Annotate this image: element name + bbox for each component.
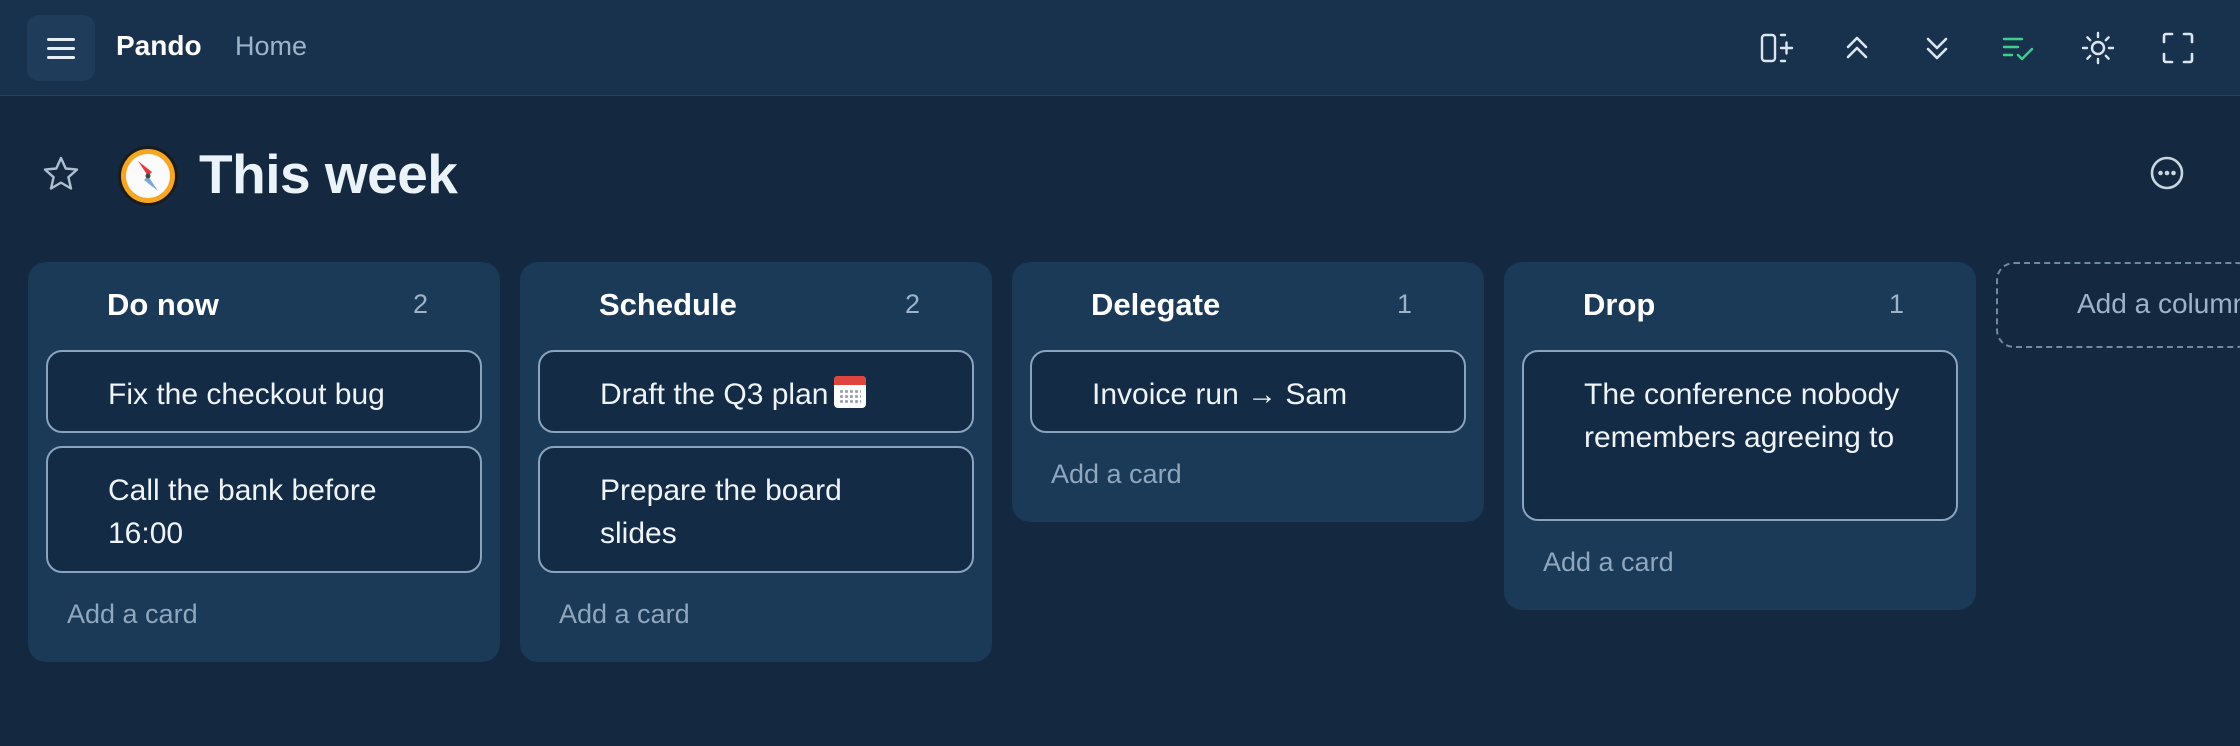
add-column-label: Add a column: [2077, 288, 2240, 319]
add-column-button[interactable]: Add a column: [1996, 262, 2240, 348]
card-text: Call the bank before 16:00: [108, 474, 377, 550]
card[interactable]: Prepare the board slides: [538, 446, 974, 573]
add-card-button[interactable]: Add a card: [67, 599, 198, 630]
column-title[interactable]: Delegate: [1091, 287, 1220, 323]
column-do-now: Do now 2 Fix the checkout bug Call the b…: [28, 262, 500, 662]
card[interactable]: Invoice run → Sam: [1030, 350, 1466, 433]
brightness-icon[interactable]: [2078, 28, 2118, 68]
menu-button[interactable]: [27, 15, 95, 81]
calendar-icon: [834, 376, 867, 408]
card-text: The conference nobody remembers agreeing…: [1584, 378, 1900, 454]
top-bar: Pando Home: [0, 0, 2240, 96]
expand-all-icon[interactable]: [1917, 28, 1957, 68]
page-title: This week: [199, 143, 458, 205]
hamburger-icon: [47, 35, 75, 62]
add-card-button[interactable]: Add a card: [1543, 547, 1674, 578]
add-card-button[interactable]: Add a card: [559, 599, 690, 630]
more-options-icon[interactable]: [2149, 155, 2185, 191]
column-title[interactable]: Schedule: [599, 287, 737, 323]
card-count: 1: [1888, 289, 1904, 319]
collapse-all-icon[interactable]: [1837, 28, 1877, 68]
breadcrumb-home[interactable]: Home: [235, 31, 307, 62]
column-schedule: Schedule 2 Draft the Q3 plan Prepare the…: [520, 262, 992, 662]
card[interactable]: Call the bank before 16:00: [46, 446, 482, 573]
card-count: 1: [1396, 289, 1412, 319]
column-drop: Drop 1 The conference nobody remembers a…: [1504, 262, 1976, 610]
add-column-icon[interactable]: [1757, 28, 1797, 68]
card-text: Fix the checkout bug: [108, 378, 385, 411]
card[interactable]: Draft the Q3 plan: [538, 350, 974, 433]
card-text: Invoice run → Sam: [1092, 378, 1348, 411]
column-title[interactable]: Do now: [107, 287, 219, 323]
card-count: 2: [412, 289, 428, 319]
add-card-button[interactable]: Add a card: [1051, 459, 1182, 490]
card-text: Prepare the board slides: [600, 474, 842, 550]
column-title[interactable]: Drop: [1583, 287, 1655, 323]
card-count: 2: [904, 289, 920, 319]
compass-icon[interactable]: [117, 145, 179, 207]
app-name[interactable]: Pando: [116, 30, 202, 62]
card-text: Draft the Q3 plan: [600, 378, 829, 411]
card[interactable]: Fix the checkout bug: [46, 350, 482, 433]
card[interactable]: The conference nobody remembers agreeing…: [1522, 350, 1958, 521]
favorite-star-icon[interactable]: [42, 155, 80, 193]
checklist-icon[interactable]: [1998, 28, 2038, 68]
fullscreen-icon[interactable]: [2158, 28, 2198, 68]
column-delegate: Delegate 1 Invoice run → Sam Add a card: [1012, 262, 1484, 522]
